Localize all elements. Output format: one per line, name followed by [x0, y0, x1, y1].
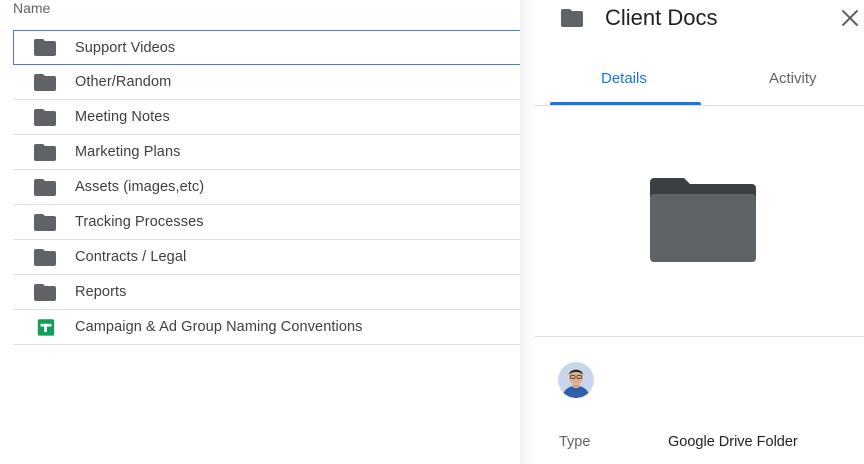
- file-row-reports[interactable]: Reports: [13, 275, 521, 310]
- folder-icon: [34, 74, 56, 91]
- details-header: Client Docs: [534, 0, 864, 40]
- file-row-label: Tracking Processes: [75, 214, 204, 230]
- file-row-label: Other/Random: [75, 74, 172, 90]
- file-row-assets[interactable]: Assets (images,etc): [13, 170, 521, 205]
- file-list: Name Support Videos Other/Random Meeting…: [0, 0, 521, 464]
- file-preview: [534, 106, 864, 337]
- details-tabs: Details Activity: [534, 60, 864, 106]
- tab-activity[interactable]: Activity: [769, 70, 817, 87]
- file-row-meeting-notes[interactable]: Meeting Notes: [13, 100, 521, 135]
- folder-icon: [34, 179, 56, 196]
- folder-icon: [34, 249, 56, 266]
- file-row-label: Meeting Notes: [75, 109, 170, 125]
- file-row-marketing-plans[interactable]: Marketing Plans: [13, 135, 521, 170]
- property-type-key: Type: [559, 434, 591, 450]
- file-row-label: Assets (images,etc): [75, 179, 205, 195]
- folder-icon: [650, 178, 756, 262]
- file-row-label: Reports: [75, 284, 127, 300]
- file-row-label: Contracts / Legal: [75, 249, 187, 265]
- avatar[interactable]: [558, 362, 594, 398]
- file-row-label: Marketing Plans: [75, 144, 181, 160]
- details-title: Client Docs: [605, 5, 718, 30]
- file-row-other-random[interactable]: Other/Random: [13, 65, 521, 100]
- active-tab-indicator: [550, 102, 701, 105]
- folder-icon: [34, 284, 56, 301]
- folder-icon: [34, 109, 56, 126]
- file-row-contracts-legal[interactable]: Contracts / Legal: [13, 240, 521, 275]
- folder-icon: [34, 39, 56, 56]
- property-type-value: Google Drive Folder: [668, 434, 798, 450]
- close-icon[interactable]: [840, 8, 860, 28]
- google-sheets-icon: [37, 319, 55, 336]
- file-rows: Support Videos Other/Random Meeting Note…: [13, 30, 521, 345]
- folder-icon: [34, 144, 56, 161]
- file-row-tracking-processes[interactable]: Tracking Processes: [13, 205, 521, 240]
- file-row-naming-conventions[interactable]: Campaign & Ad Group Naming Conventions: [13, 310, 521, 345]
- tab-details[interactable]: Details: [601, 70, 647, 87]
- column-header-name[interactable]: Name: [13, 0, 50, 16]
- folder-icon: [561, 9, 583, 27]
- file-row-label: Support Videos: [75, 39, 176, 56]
- details-panel: Client Docs Details Activity Type Google…: [534, 0, 864, 464]
- folder-icon: [34, 214, 56, 231]
- file-row-label: Campaign & Ad Group Naming Conventions: [75, 319, 363, 335]
- pane-divider: [520, 0, 534, 464]
- file-row-support-videos[interactable]: Support Videos: [13, 30, 521, 65]
